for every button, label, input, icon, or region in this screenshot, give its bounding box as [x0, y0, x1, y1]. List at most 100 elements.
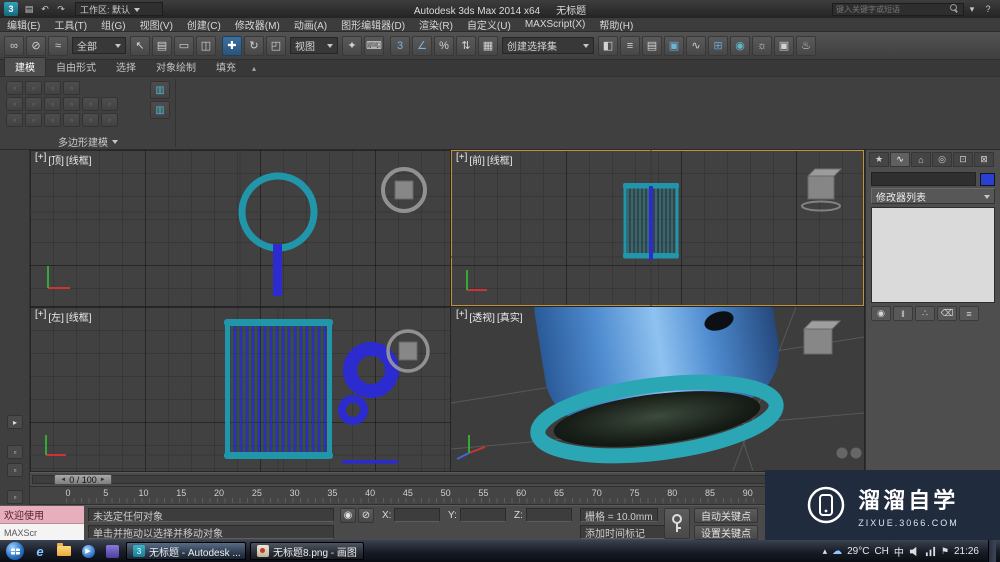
window-crossing-icon[interactable]: ◫ [196, 35, 216, 56]
hierarchy-tab-icon[interactable]: ⌂ [911, 152, 931, 167]
modifier-list-dropdown[interactable]: 修改器列表 [871, 188, 995, 204]
ribbon-tab[interactable]: 选择 [106, 58, 146, 76]
modifier-stack-list[interactable] [871, 207, 995, 303]
isolate-selection-icon[interactable]: ◉ [340, 508, 356, 523]
ribbon-tool-button[interactable]: ▫ [82, 97, 99, 111]
menu-item[interactable]: 渲染(R) [412, 17, 460, 32]
taskbar-app-icon[interactable] [101, 542, 123, 560]
spinner-snap-icon[interactable]: ⇅ [456, 35, 476, 56]
ribbon-tool-button[interactable]: ▫ [6, 113, 23, 127]
select-by-name-icon[interactable]: ▤ [152, 35, 172, 56]
keyboard-override-icon[interactable]: ⌨ [364, 35, 384, 56]
redo-icon[interactable]: ↷ [53, 2, 69, 16]
ribbon-tool-button[interactable]: ▫ [63, 97, 80, 111]
show-desktop-button[interactable] [988, 540, 996, 562]
reference-coordinate-dropdown[interactable]: 视图 [290, 37, 338, 54]
panel-label[interactable]: 多边形建模 [4, 134, 172, 149]
search-go-icon[interactable]: ▾ [964, 2, 980, 16]
viewport-front-active[interactable]: [+] [前] [线框] [451, 150, 864, 306]
viewport-perspective[interactable]: [+] [透视] [真实] [451, 307, 864, 471]
volume-icon[interactable] [909, 546, 920, 557]
ribbon-tool-button[interactable]: ▫ [44, 81, 61, 95]
object-color-swatch[interactable] [980, 172, 995, 186]
file-explorer-icon[interactable] [53, 542, 75, 560]
ribbon-tab[interactable]: 自由形式 [46, 58, 106, 76]
align-icon[interactable]: ≡ [620, 35, 640, 56]
viewport-left[interactable]: [+] [左] [线框] [30, 307, 450, 471]
menu-item[interactable]: 自定义(U) [460, 17, 518, 32]
menu-item[interactable]: 组(G) [94, 17, 132, 32]
steering-wheel-dot[interactable] [850, 447, 862, 459]
viewcube[interactable] [386, 329, 430, 373]
menu-item[interactable]: 编辑(E) [0, 17, 47, 32]
select-object-icon[interactable]: ↖ [130, 35, 150, 56]
unlink-selection-icon[interactable]: ⊘ [26, 35, 46, 56]
viewport-menu-plus[interactable]: [+] [456, 152, 467, 167]
utilities-tab-icon[interactable]: ⊠ [974, 152, 994, 167]
ribbon-tool-button[interactable]: ▫ [44, 97, 61, 111]
action-center-flag-icon[interactable]: ⚑ [941, 546, 949, 557]
viewcube[interactable] [381, 167, 427, 213]
3dsmax-logo-icon[interactable]: 3 [4, 2, 18, 16]
ribbon-toggle-icon[interactable]: ▣ [664, 35, 684, 56]
media-player-icon[interactable]: ▶ [77, 542, 99, 560]
mirror-icon[interactable]: ◧ [598, 35, 618, 56]
selection-filter-dropdown[interactable]: 全部 [72, 37, 126, 54]
set-key-button[interactable]: 设置关键点 [694, 525, 758, 540]
ribbon-tab[interactable]: 建模 [4, 57, 46, 76]
viewport-shading-label[interactable]: [真实] [497, 309, 523, 324]
help-icon[interactable]: ? [980, 2, 996, 16]
select-and-move-icon[interactable]: ✚ [222, 35, 242, 56]
ribbon-tool-button[interactable]: ▫ [6, 97, 23, 111]
side-strip-button[interactable]: ▫ [7, 445, 23, 459]
modify-tab-icon[interactable]: ∿ [890, 152, 910, 167]
side-strip-button[interactable]: ▫ [7, 463, 23, 477]
side-strip-button[interactable]: ▫ [7, 490, 23, 504]
steering-wheel-dot[interactable] [836, 447, 848, 459]
selection-lock-icon[interactable]: ⊘ [358, 508, 374, 523]
taskbar-window-3dsmax[interactable]: 3 无标题 - Autodesk ... [126, 542, 246, 560]
ribbon-tool-button[interactable]: ▫ [101, 113, 118, 127]
ribbon-tool-button[interactable]: ▫ [6, 81, 23, 95]
menu-item[interactable]: 动画(A) [287, 17, 334, 32]
ribbon-modeling-mode-icon[interactable]: ▥ [150, 81, 170, 99]
set-key-icon[interactable] [664, 508, 690, 539]
angle-snap-icon[interactable]: ∠ [412, 35, 432, 56]
maxscript-mini-listener[interactable]: 欢迎使用 MAXScr [0, 506, 84, 541]
tray-expand-icon[interactable]: ▴ [823, 546, 828, 557]
start-button[interactable] [6, 542, 24, 560]
viewport-menu-plus[interactable]: [+] [456, 309, 467, 324]
frame-back-icon[interactable]: ◄ [60, 477, 66, 483]
viewport-top[interactable]: [+] [顶] [线框] [30, 150, 450, 306]
ribbon-modeling-mode-icon[interactable]: ▥ [150, 101, 170, 119]
menu-item[interactable]: 图形编辑器(D) [334, 17, 412, 32]
motion-tab-icon[interactable]: ◎ [932, 152, 952, 167]
taskbar-window-paint[interactable]: 无标题8.png - 画图 [250, 542, 364, 560]
ribbon-tab[interactable]: 填充 [206, 58, 246, 76]
schematic-view-icon[interactable]: ⊞ [708, 35, 728, 56]
ribbon-tab[interactable]: 对象绘制 [146, 58, 206, 76]
frame-forward-icon[interactable]: ► [100, 477, 106, 483]
viewport-front-scene[interactable] [451, 150, 864, 306]
layer-manager-icon[interactable]: ▤ [642, 35, 662, 56]
time-slider-handle[interactable]: ◄ 0 / 100 ► [54, 474, 112, 485]
ribbon-tool-button[interactable]: ▫ [25, 97, 42, 111]
undo-icon[interactable]: ↶ [37, 2, 53, 16]
viewport-top-scene[interactable] [30, 150, 450, 306]
ribbon-tool-button[interactable]: ▫ [44, 113, 61, 127]
ribbon-tool-button[interactable]: ▫ [82, 113, 99, 127]
viewport-shading-label[interactable]: [线框] [66, 309, 92, 324]
menu-item[interactable]: 视图(V) [133, 17, 180, 32]
clock[interactable]: 21:26 [954, 546, 979, 557]
bind-to-space-warp-icon[interactable]: ≈ [48, 35, 68, 56]
select-and-manipulate-icon[interactable]: ✦ [342, 35, 362, 56]
cage-object[interactable] [623, 183, 679, 260]
torus-objects[interactable] [338, 342, 399, 464]
workspace-selector[interactable]: 工作区: 默认 [75, 2, 163, 16]
rectangular-region-icon[interactable]: ▭ [174, 35, 194, 56]
add-time-tag[interactable]: 添加时间标记 [580, 525, 668, 539]
pin-stack-icon[interactable]: ◉ [871, 306, 891, 321]
curve-editor-icon[interactable]: ∿ [686, 35, 706, 56]
cage-object[interactable] [224, 319, 333, 459]
network-icon[interactable] [925, 546, 936, 557]
